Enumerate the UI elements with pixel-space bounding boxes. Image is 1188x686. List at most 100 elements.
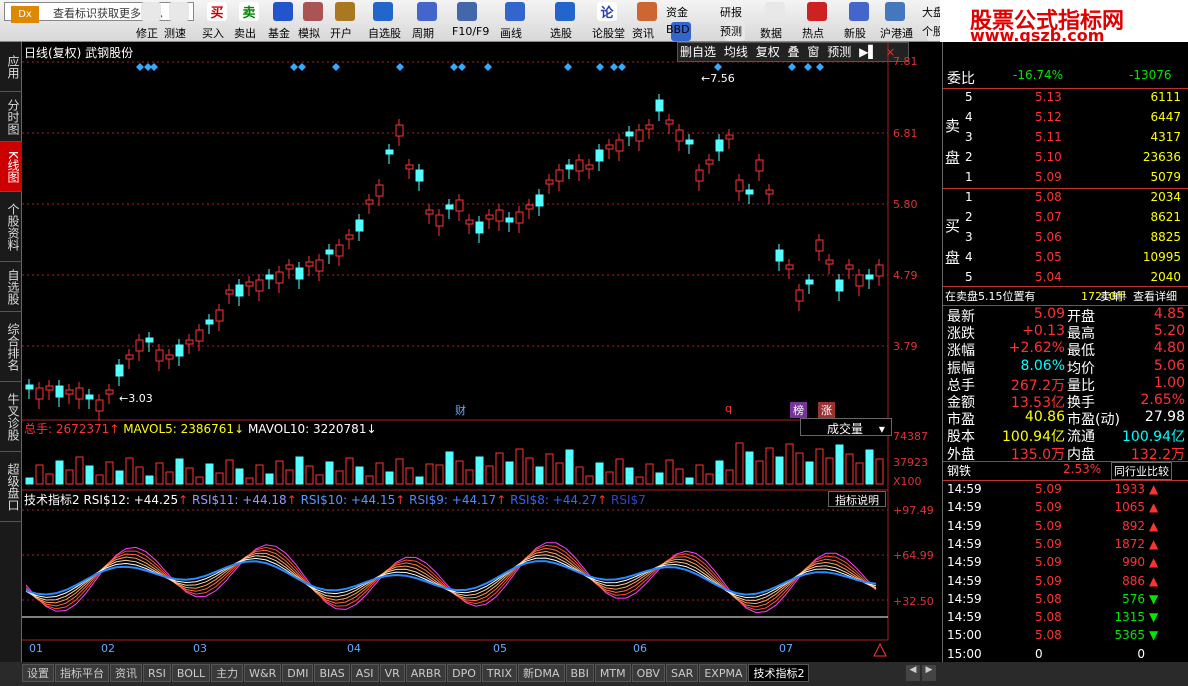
event-rank[interactable]: 榜: [790, 402, 807, 418]
toolbar-label: 数据: [760, 27, 782, 40]
industry-compare-button[interactable]: 同行业比较: [1111, 462, 1172, 480]
sell-level-row[interactable]: 5 5.13 6111: [943, 90, 1188, 109]
toolbar-label: 选股: [550, 27, 572, 40]
nav-profile[interactable]: 个股资料: [0, 192, 22, 262]
toolbar-button-18[interactable]: 数据: [758, 0, 792, 42]
tick-row: 14:59 5.09 1872 ▲: [947, 536, 1159, 551]
toolbar-label: 开户: [330, 27, 352, 40]
chart-area[interactable]: 日线(复权) 武钢股份 删自选 均线 复权 叠 窗 预测 ▶▌ × 7.81 6…: [22, 42, 942, 662]
tick-row: 14:59 5.09 1933 ▲: [947, 482, 1159, 496]
quote-row: 涨跌 +0.13 最高 5.20: [947, 323, 1185, 343]
arrow-up-icon: ▲: [1149, 500, 1159, 515]
toolbar-button-10[interactable]: 画线: [498, 0, 532, 42]
quote-row: 金额 13.53亿 换手 2.65%: [947, 392, 1185, 411]
indicator-tab[interactable]: 指标平台: [55, 664, 109, 682]
toolbar-button-7[interactable]: 自选股: [366, 0, 401, 42]
toolbar-label: 周期: [412, 27, 434, 40]
indicator-tab[interactable]: SAR: [665, 664, 699, 682]
nav-kline[interactable]: K线图: [0, 142, 22, 192]
toolbar-button-21[interactable]: 沪港通: [878, 0, 913, 42]
indicator-tab[interactable]: ARBR: [405, 664, 447, 682]
nav-watchlist[interactable]: 自选股: [0, 262, 22, 312]
industry-row[interactable]: 钢铁 2.53% 同行业比较: [943, 462, 1188, 481]
nav-diagnose[interactable]: 牛叉诊股: [0, 382, 22, 452]
toolbar-button-5[interactable]: 模拟: [296, 0, 330, 42]
indicator-tab[interactable]: BBI: [565, 664, 594, 682]
indicator-tab[interactable]: RSI: [143, 664, 171, 682]
vol-total: 总手: 2672371: [24, 422, 110, 436]
arrow-up-icon: ▲: [1149, 482, 1159, 496]
y-label: 7.81: [893, 55, 918, 68]
indicator-tab[interactable]: ASI: [350, 664, 379, 682]
volume-selector[interactable]: 成交量 ▾: [800, 418, 892, 436]
toolbar-icon: [885, 2, 905, 21]
indicator-tab[interactable]: MTM: [594, 664, 631, 682]
toolbar-label: 新股: [844, 27, 866, 40]
scroll-right-button[interactable]: ▶: [922, 665, 936, 681]
indicator-tab[interactable]: 资讯: [110, 664, 142, 682]
toolbar-label: 模拟: [298, 27, 320, 40]
month-label: 02: [101, 642, 115, 655]
nav-ranking[interactable]: 综合排名: [0, 312, 22, 382]
volume-header: 总手: 2672371↑ MAVOL5: 2386761↓ MAVOL10: 3…: [24, 422, 377, 436]
indicator-tab[interactable]: 技术指标2: [748, 664, 810, 682]
toolbar-button-12[interactable]: 论论股堂: [590, 0, 625, 42]
toolbar-button-19[interactable]: 热点: [800, 0, 834, 42]
month-label: 05: [493, 642, 507, 655]
indicator-tab[interactable]: W&R: [244, 664, 282, 682]
toolbar-button-2[interactable]: 买买入: [200, 0, 234, 42]
toolbar-label: 预测: [720, 25, 742, 38]
rsi-header: 技术指标2 RSI$12: +44.25↑ RSI$11: +44.18↑ RS…: [24, 493, 646, 507]
indicator-tab[interactable]: 设置: [22, 664, 54, 682]
event-finance[interactable]: 财: [452, 402, 469, 418]
toolbar-button-1[interactable]: 测速: [162, 0, 196, 42]
toolbar-icon: [505, 2, 525, 21]
toolbar-label: 买入: [202, 27, 224, 40]
toolbar-button-3[interactable]: 卖卖出: [232, 0, 266, 42]
toolbar-button-17[interactable]: 预测: [718, 20, 752, 41]
indicator-tab[interactable]: BOLL: [171, 664, 211, 682]
indicator-tab[interactable]: 新DMA: [518, 664, 565, 682]
buy-level-row[interactable]: 3 5.06 8825: [943, 230, 1188, 249]
indicator-tab[interactable]: BIAS: [314, 664, 350, 682]
indicator-tab[interactable]: 主力: [211, 664, 244, 682]
price-chart[interactable]: [22, 42, 942, 662]
toolbar-button-4[interactable]: 基金: [266, 0, 300, 42]
toolbar-label: 测速: [164, 27, 186, 40]
month-label: 06: [633, 642, 647, 655]
sell-level-row[interactable]: 2 5.10 23636: [943, 150, 1188, 169]
toolbar-label: 自选股: [368, 27, 401, 40]
toolbar-button-13[interactable]: 资讯: [630, 0, 664, 42]
sell-level-row[interactable]: 1 5.09 5079: [943, 170, 1188, 189]
sell-level-row[interactable]: 3 5.11 4317: [943, 130, 1188, 149]
indicator-tab[interactable]: EXPMA: [699, 664, 748, 682]
nav-intraday[interactable]: 分时图: [0, 92, 22, 142]
indicator-tab[interactable]: TRIX: [481, 664, 518, 682]
indicator-tab[interactable]: DPO: [447, 664, 481, 682]
toolbar-button-15[interactable]: BBD: [664, 20, 698, 41]
toolbar-icon: [807, 2, 827, 21]
toolbar-button-6[interactable]: 开户: [328, 0, 362, 42]
buy-level-row[interactable]: 4 5.05 10995: [943, 250, 1188, 269]
scroll-left-button[interactable]: ◀: [906, 665, 920, 681]
ad-banner[interactable]: 股票公式指标网 www.gszb.com: [940, 0, 1188, 45]
vol-axis: X100: [893, 475, 922, 488]
event-q[interactable]: q: [722, 402, 735, 415]
toolbar-button-20[interactable]: 新股: [842, 0, 876, 42]
quote-row: 总手 267.2万 量比 1.00: [947, 374, 1185, 394]
y-label: 5.80: [893, 198, 918, 211]
indicator-help-button[interactable]: 指标说明: [828, 491, 886, 507]
toolbar-button-9[interactable]: F10/F9: [450, 0, 489, 42]
toolbar-label: 卖出: [234, 27, 256, 40]
indicator-tab[interactable]: VR: [379, 664, 405, 682]
indicator-tab[interactable]: DMI: [282, 664, 314, 682]
indicator-tab[interactable]: OBV: [631, 664, 665, 682]
toolbar-button-11[interactable]: 选股: [548, 0, 582, 42]
event-limit[interactable]: 涨: [818, 402, 835, 418]
toolbar-button-8[interactable]: 周期: [410, 0, 444, 42]
sell-level-row[interactable]: 4 5.12 6447: [943, 110, 1188, 129]
buy-level-row[interactable]: 1 5.08 2034: [943, 190, 1188, 209]
buy-level-row[interactable]: 2 5.07 8621: [943, 210, 1188, 229]
nav-super-panel[interactable]: 超级盘口: [0, 452, 22, 522]
nav-apps[interactable]: 应用: [0, 42, 22, 92]
